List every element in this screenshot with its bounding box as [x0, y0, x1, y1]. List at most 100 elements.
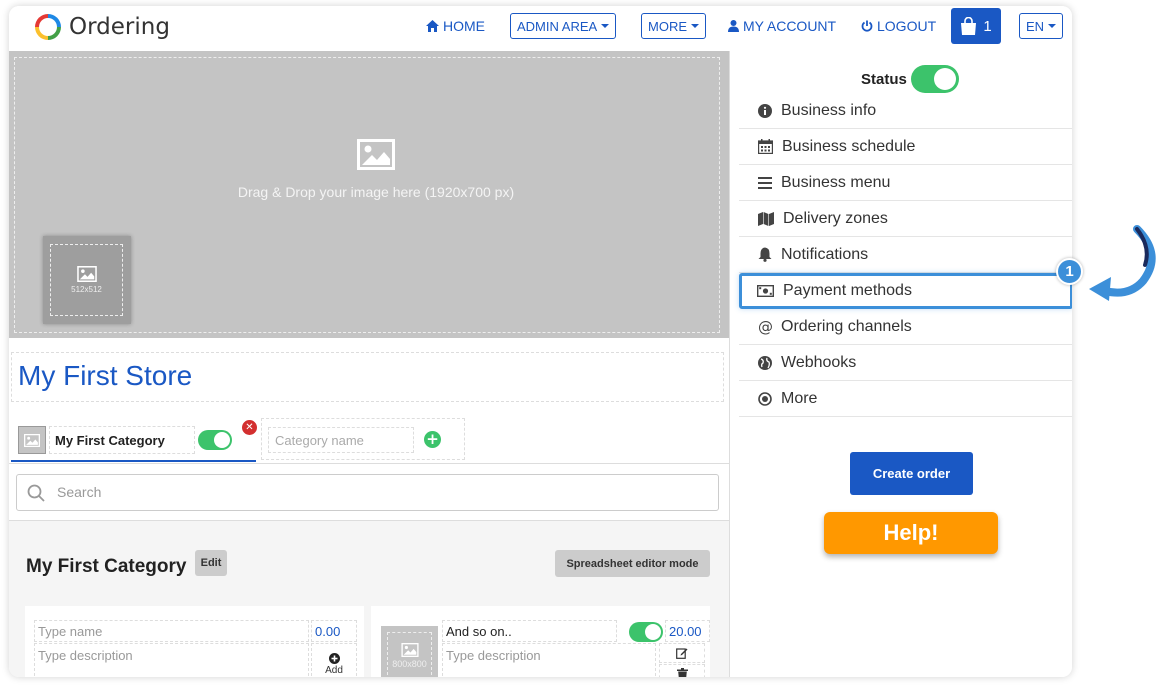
- nav-home-link[interactable]: HOME: [426, 18, 485, 34]
- remove-category-icon[interactable]: ✕: [242, 420, 257, 435]
- business-menu-list: Business info Business schedule Business…: [739, 93, 1072, 417]
- image-icon: [76, 266, 97, 282]
- chevron-down-icon: [1048, 24, 1057, 28]
- more-dropdown[interactable]: MORE: [641, 13, 706, 39]
- delete-product-button[interactable]: [659, 664, 705, 677]
- edit-icon: [676, 648, 688, 659]
- shopping-bag-icon: [961, 17, 977, 35]
- user-icon: [728, 20, 739, 32]
- sidebar-item-webhooks[interactable]: Webhooks: [739, 345, 1072, 381]
- tab-category-active[interactable]: My First Category ✕: [11, 418, 257, 462]
- image-icon: [400, 643, 419, 657]
- store-logo-size-label: 512x512: [71, 285, 102, 294]
- product-description-placeholder: Type description: [38, 648, 133, 663]
- globe-icon: [758, 355, 772, 370]
- dot-circle-icon: [758, 391, 772, 406]
- product-image-dropzone[interactable]: 800x800: [381, 626, 438, 677]
- bell-icon: [758, 247, 772, 262]
- status-row: Status: [861, 65, 959, 93]
- product-image-border: 800x800: [387, 632, 432, 677]
- new-category-input[interactable]: Category name: [268, 427, 414, 453]
- nav-home-label: HOME: [443, 18, 485, 34]
- help-button[interactable]: Help!: [824, 512, 998, 554]
- banner-dropzone[interactable]: Drag & Drop your image here (1920x700 px…: [9, 51, 729, 338]
- business-sidebar: Status Business info Business schedule B…: [729, 51, 1072, 677]
- product-name-field[interactable]: Type name: [34, 620, 309, 642]
- product-price: 0.00: [315, 624, 341, 639]
- store-name-field[interactable]: My First Store: [11, 352, 724, 402]
- sidebar-item-business-menu[interactable]: Business menu: [739, 165, 1072, 201]
- new-category-box: Category name +: [261, 418, 465, 460]
- curved-arrow-icon: [1089, 225, 1156, 301]
- category-name-field[interactable]: My First Category: [49, 426, 195, 454]
- product-name-field[interactable]: And so on..: [442, 620, 617, 642]
- admin-area-dropdown[interactable]: ADMIN AREA: [510, 13, 617, 39]
- edit-product-button[interactable]: [659, 643, 705, 663]
- brand-logo[interactable]: Ordering: [35, 14, 170, 40]
- step-number-badge: 1: [1056, 258, 1083, 285]
- store-name: My First Store: [18, 360, 193, 391]
- menu-lines-icon: [758, 176, 772, 189]
- store-logo-dropzone[interactable]: 512x512: [43, 236, 131, 324]
- sidebar-item-business-info[interactable]: Business info: [739, 93, 1072, 129]
- my-account-label: MY ACCOUNT: [743, 18, 837, 34]
- cart-count: 1: [983, 17, 992, 35]
- spreadsheet-editor-button[interactable]: Spreadsheet editor mode: [555, 550, 710, 577]
- sidebar-item-label: Business menu: [781, 173, 891, 191]
- search-input[interactable]: Search: [16, 474, 719, 511]
- sidebar-item-label: More: [781, 389, 818, 407]
- home-icon: [426, 20, 439, 32]
- divider: [9, 463, 729, 464]
- sidebar-item-more[interactable]: More: [739, 381, 1072, 417]
- product-description-placeholder: Type description: [446, 648, 541, 663]
- calendar-icon: [758, 139, 773, 154]
- info-icon: [758, 103, 772, 118]
- banner-drop-text: Drag & Drop your image here (1920x700 px…: [237, 184, 515, 200]
- product-price-field[interactable]: 0.00: [311, 620, 357, 642]
- logout-link[interactable]: LOGOUT: [861, 18, 936, 34]
- product-card: 800x800 And so on.. 20.00 Type descripti…: [371, 606, 710, 677]
- product-description-field[interactable]: Type description: [442, 643, 656, 677]
- sidebar-item-ordering-channels[interactable]: @ Ordering channels: [739, 309, 1072, 345]
- sidebar-item-notifications[interactable]: Notifications: [739, 237, 1072, 273]
- store-logo-dropzone-border: 512x512: [50, 244, 123, 316]
- language-dropdown[interactable]: EN: [1019, 13, 1064, 39]
- category-panel: My First Category Edit Spreadsheet edito…: [9, 521, 729, 677]
- logo-ring-icon: [35, 14, 61, 40]
- image-icon: [24, 433, 40, 447]
- add-category-icon[interactable]: +: [424, 431, 441, 448]
- add-product-label: Add: [325, 665, 343, 676]
- sidebar-item-label: Webhooks: [781, 353, 857, 371]
- product-enabled-toggle[interactable]: [629, 622, 663, 642]
- sidebar-item-business-schedule[interactable]: Business schedule: [739, 129, 1072, 165]
- sidebar-item-payment-methods[interactable]: Payment methods: [739, 273, 1072, 309]
- map-icon: [758, 211, 774, 226]
- my-account-link[interactable]: MY ACCOUNT: [728, 18, 836, 34]
- category-enabled-toggle[interactable]: [198, 430, 232, 450]
- power-icon: [861, 20, 873, 32]
- sidebar-item-label: Payment methods: [783, 282, 912, 299]
- sidebar-item-label: Delivery zones: [783, 209, 888, 227]
- chevron-down-icon: [601, 24, 610, 28]
- app-window: Ordering HOME ADMIN AREA MORE MY ACCOUNT…: [9, 6, 1072, 677]
- product-price-field[interactable]: 20.00: [665, 620, 710, 642]
- create-order-button[interactable]: Create order: [850, 452, 973, 495]
- category-tabs: My First Category ✕ Category name +: [9, 418, 729, 463]
- product-description-field[interactable]: Type description: [34, 643, 309, 677]
- logo-text: Ordering: [69, 14, 170, 40]
- edit-category-button[interactable]: Edit: [195, 550, 227, 576]
- sidebar-item-label: Business schedule: [782, 137, 916, 155]
- status-toggle[interactable]: [910, 65, 959, 93]
- category-thumbnail[interactable]: [18, 426, 46, 454]
- sidebar-item-label: Notifications: [781, 245, 869, 263]
- cart-button[interactable]: 1: [951, 8, 1001, 44]
- sidebar-item-delivery-zones[interactable]: Delivery zones: [739, 201, 1072, 237]
- product-name: And so on..: [446, 624, 512, 639]
- chevron-down-icon: [691, 24, 699, 28]
- trash-icon: [676, 668, 688, 677]
- search-icon: [27, 484, 45, 502]
- image-icon: [357, 139, 395, 170]
- more-label: MORE: [648, 18, 687, 34]
- add-product-button[interactable]: Add: [311, 643, 357, 677]
- admin-area-label: ADMIN AREA: [517, 18, 598, 34]
